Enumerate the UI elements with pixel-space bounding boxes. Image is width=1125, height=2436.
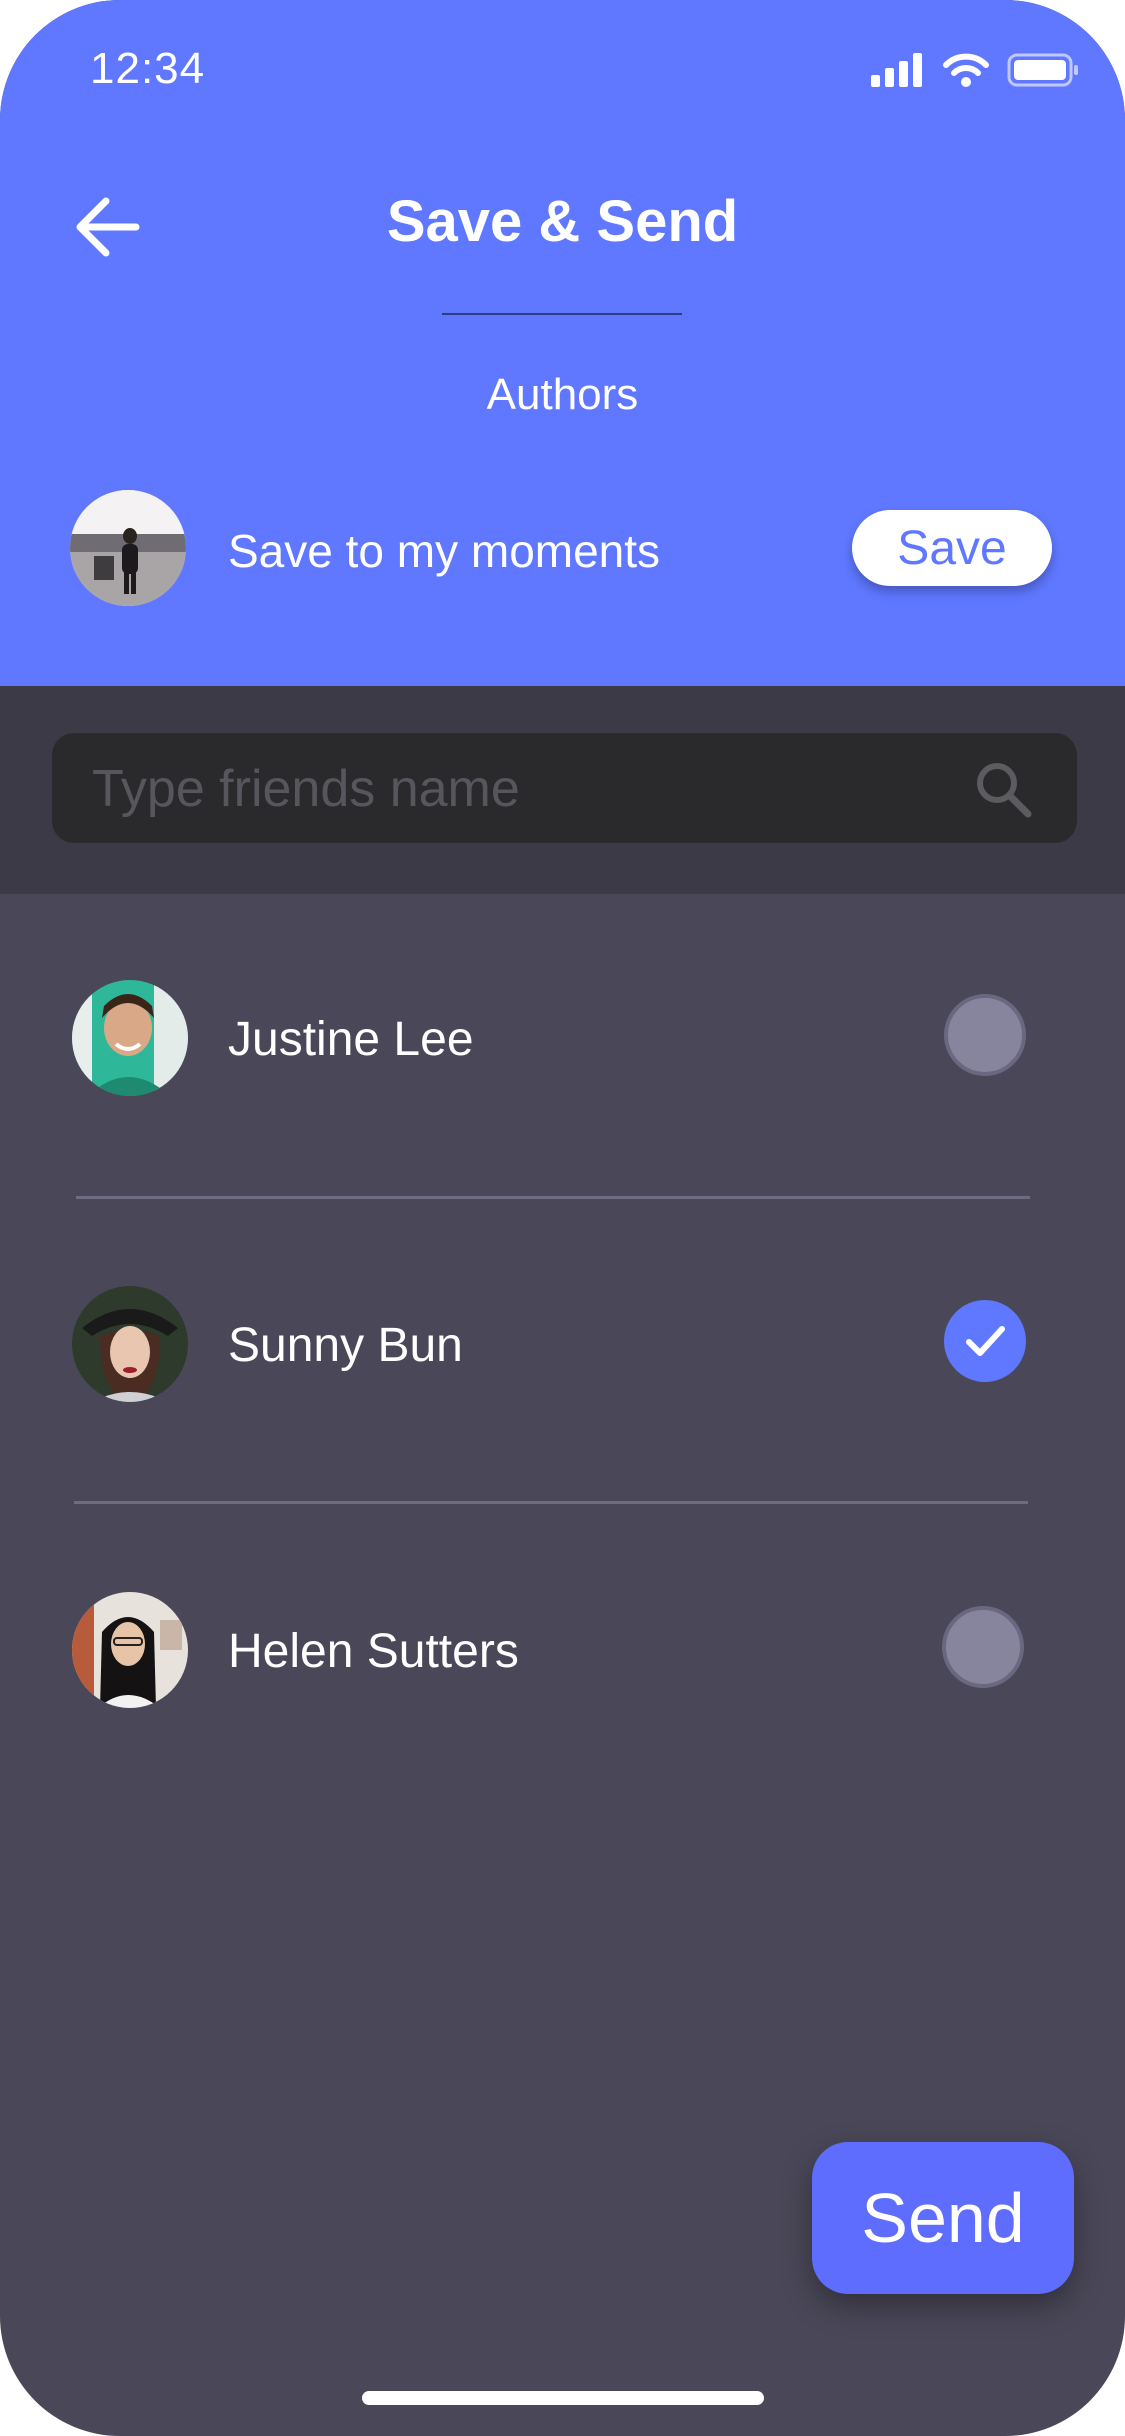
status-time: 12:34 [90,44,206,93]
search-input[interactable] [90,733,954,845]
save-button[interactable]: Save [852,510,1052,586]
select-radio[interactable] [944,994,1026,1076]
search-icon[interactable] [973,759,1033,819]
row-divider [76,1196,1030,1199]
my-avatar [70,490,186,606]
friend-avatar [72,1592,188,1708]
header: 12:34 Save & Send Authors Save to my mom… [0,0,1125,686]
friend-avatar [72,980,188,1096]
home-indicator [362,2391,764,2405]
friend-row[interactable]: Justine Lee [0,980,1125,1130]
friend-name: Sunny Bun [228,1319,463,1372]
friend-name: Justine Lee [228,1013,474,1066]
send-button[interactable]: Send [812,2142,1074,2294]
friend-name: Helen Sutters [228,1625,519,1678]
save-to-moments-label: Save to my moments [228,525,661,577]
page-title: Save & Send [386,189,739,254]
battery-icon [1007,53,1078,87]
row-divider [74,1501,1028,1504]
friend-row[interactable]: Sunny Bun [0,1286,1125,1436]
status-icons [871,50,1079,90]
wifi-icon [943,53,989,87]
select-radio[interactable] [944,1300,1026,1382]
title-divider [442,313,682,315]
signal-icon [871,53,922,87]
app-screen: 12:34 Save & Send Authors Save to my mom… [0,0,1125,2436]
friend-avatar [72,1286,188,1402]
checkmark-icon [966,1326,1005,1356]
search-bar [52,733,1077,845]
select-radio[interactable] [942,1606,1024,1688]
friend-row[interactable]: Helen Sutters [0,1592,1125,1742]
section-subtitle: Authors [486,370,639,419]
